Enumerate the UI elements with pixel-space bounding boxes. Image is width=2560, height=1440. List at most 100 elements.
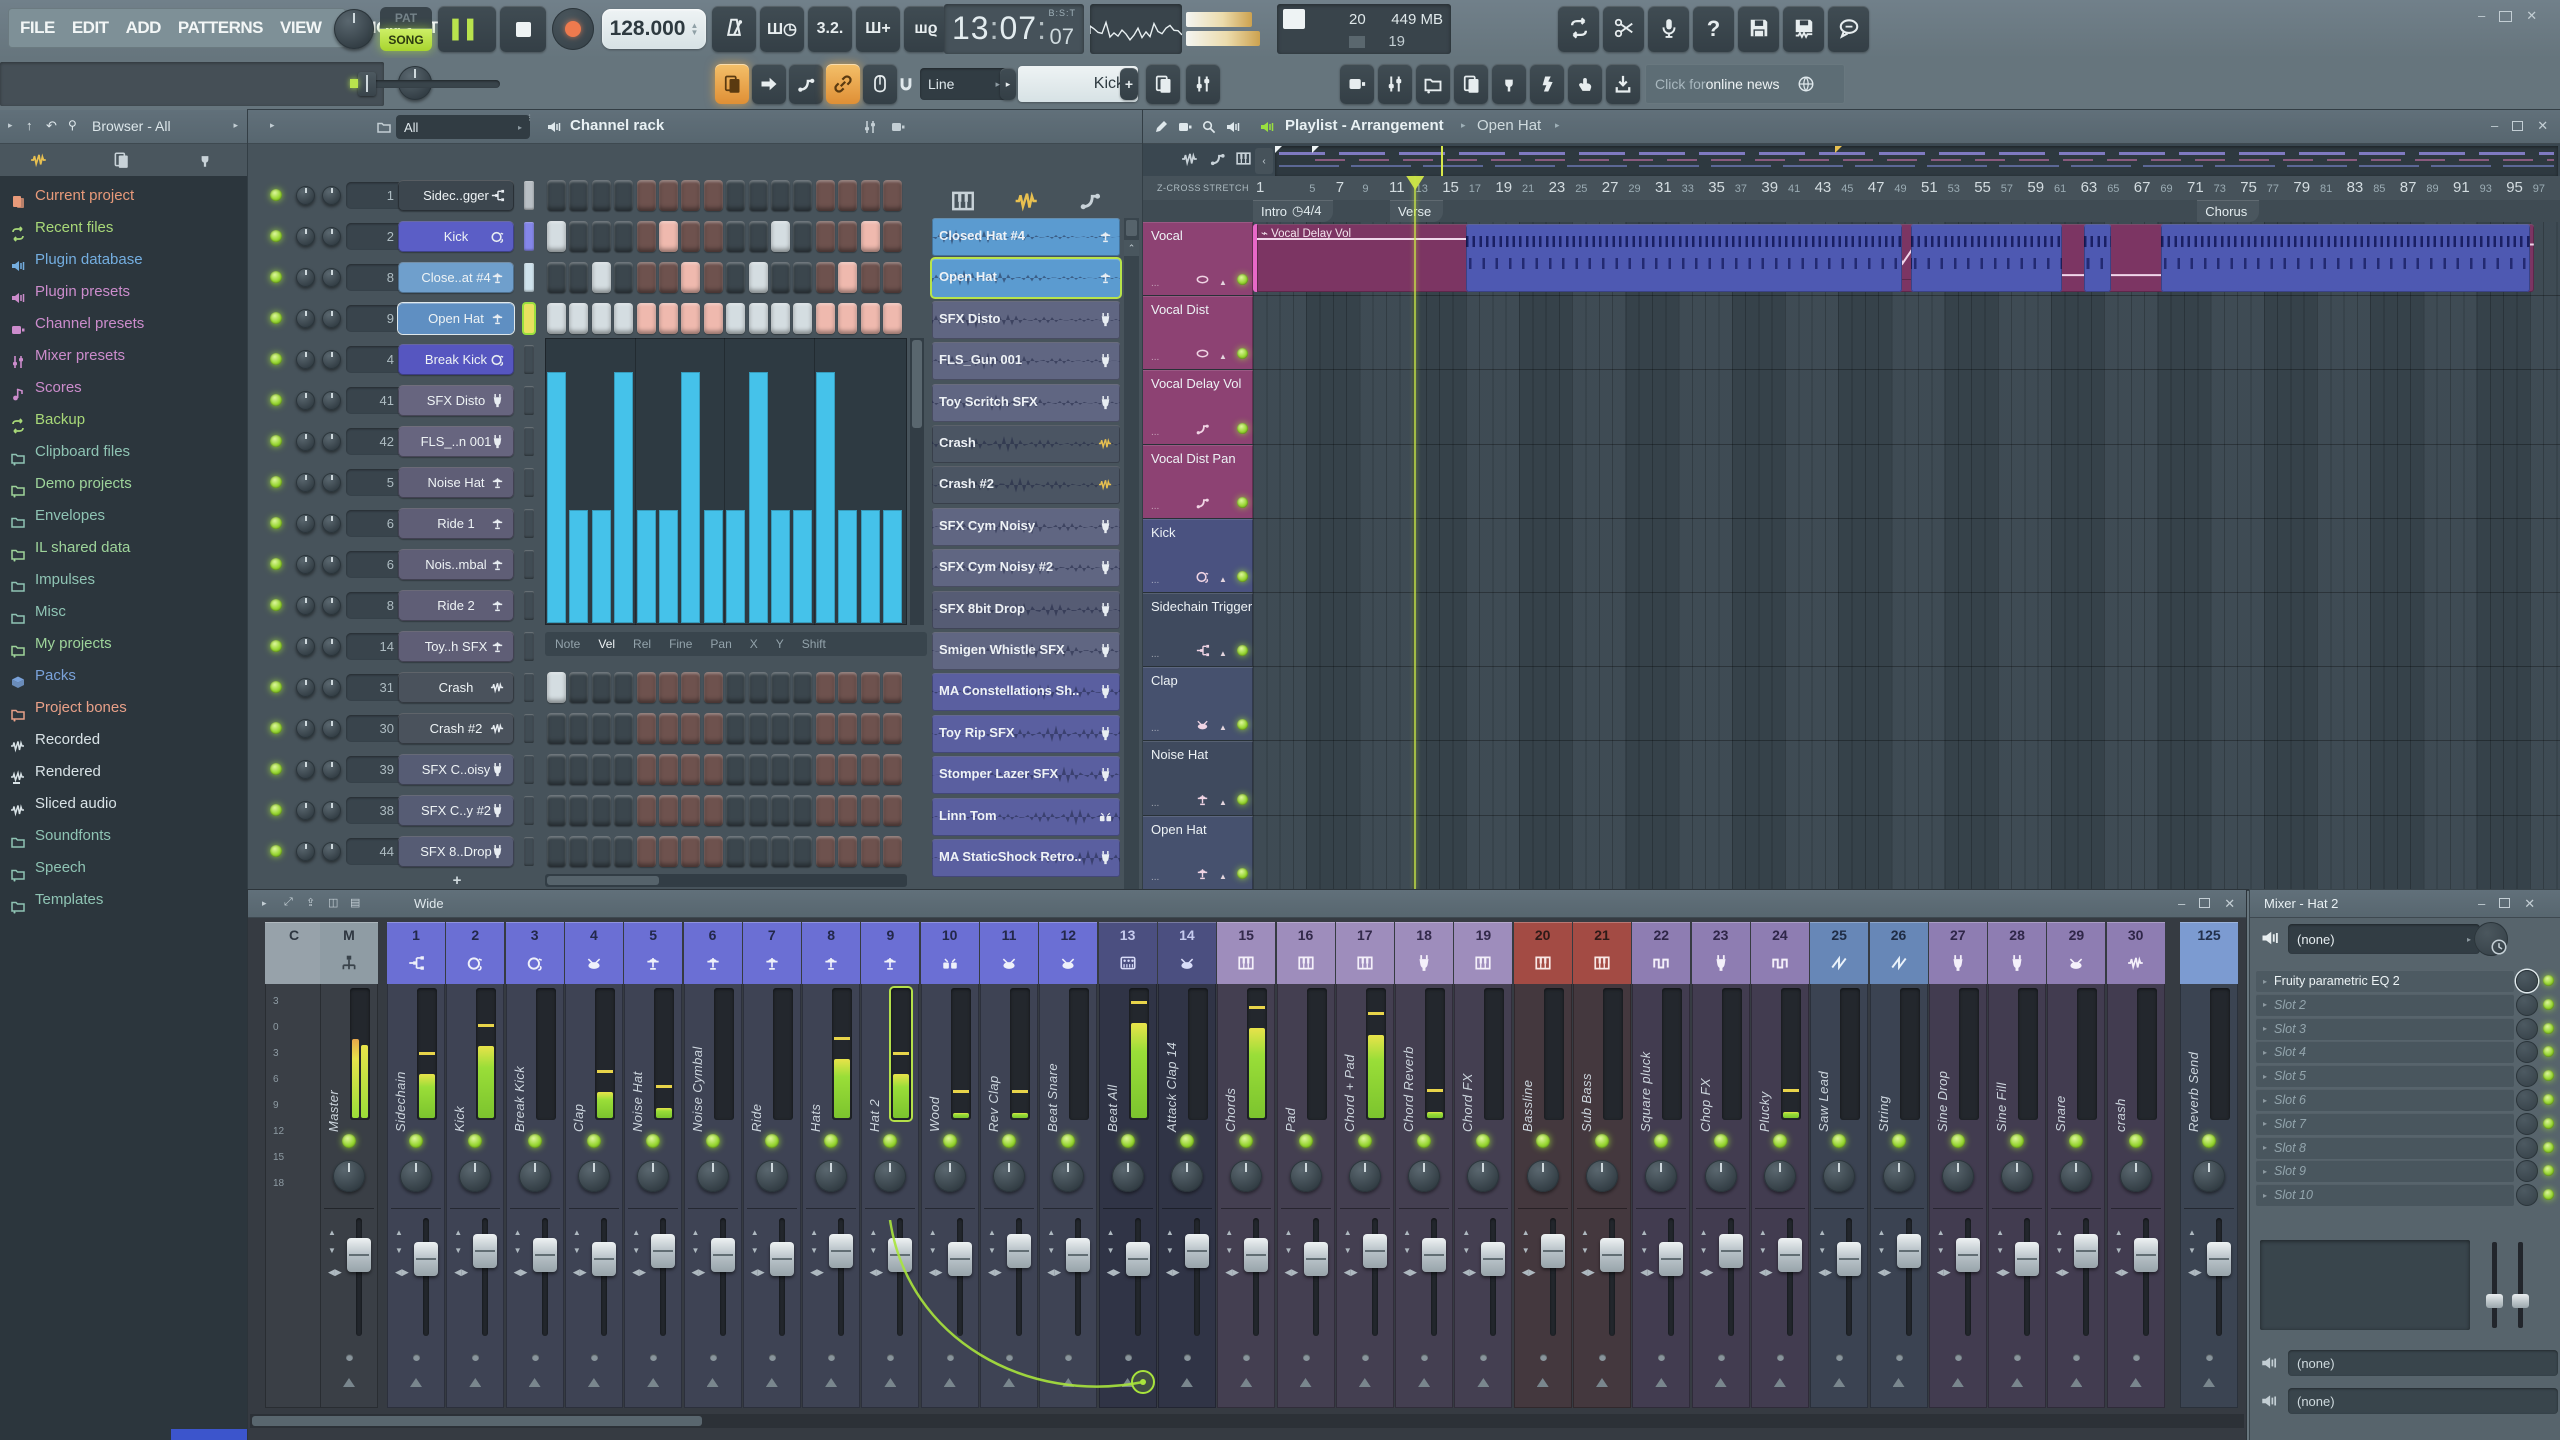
mixeric-icon[interactable] <box>862 119 878 135</box>
mixer-strip-chords[interactable]: 15Chords▲▼◀▶ <box>1217 922 1275 1408</box>
browser-item-speech[interactable]: Speech <box>10 852 240 882</box>
strip-fader-handle[interactable] <box>1244 1238 1268 1272</box>
strip-record-dot[interactable] <box>2206 1354 2213 1361</box>
strip-swap-arrows[interactable]: ▲▼ <box>1344 1222 1358 1246</box>
strip-pan-knob[interactable] <box>578 1160 610 1192</box>
strip-header[interactable]: 20 <box>1514 922 1572 984</box>
strip-swap-arrows[interactable]: ▲▼ <box>1462 1222 1476 1246</box>
song-mode-button[interactable]: SONG <box>380 29 432 51</box>
step-button[interactable] <box>681 303 700 334</box>
channel-number[interactable]: 39›‹ <box>346 756 404 783</box>
picker-item-toy-scritch-sfx[interactable]: Toy Scritch SFX <box>932 384 1120 422</box>
strip-pan-arrows[interactable]: ◀▶ <box>1878 1262 1896 1274</box>
slide-icon[interactable] <box>1209 150 1226 167</box>
track-arm-icon[interactable]: ▲ <box>1219 649 1227 658</box>
strip-swap-arrows[interactable]: ▲▼ <box>1700 1222 1714 1246</box>
picker-scroll-up[interactable]: ⌃ <box>1124 240 1139 256</box>
track-menu-dots[interactable]: ... <box>1151 798 1159 809</box>
channel-number[interactable]: 31›‹ <box>346 674 404 701</box>
step-button[interactable] <box>547 180 566 211</box>
channel-pan-knob[interactable] <box>296 309 315 328</box>
mixer-strip-clap[interactable]: 4Clap▲▼◀▶ <box>565 922 623 1408</box>
fx-slot-8[interactable]: ▸Slot 8 <box>2256 1137 2514 1159</box>
strip-swap-arrows[interactable]: ▲▼ <box>1759 1222 1773 1246</box>
step-button[interactable] <box>704 262 723 293</box>
mixer-strip-attack-clap-14[interactable]: 14Attack Clap 14▲▼◀▶ <box>1158 922 1216 1408</box>
step-button[interactable] <box>749 836 768 867</box>
strip-pan-knob[interactable] <box>1527 1160 1559 1192</box>
browser-item-plugin-presets[interactable]: Plugin presets <box>10 276 240 306</box>
step-button[interactable] <box>861 262 880 293</box>
playlist-minimize[interactable]: – <box>2491 118 2498 136</box>
main-volume-knob[interactable] <box>334 9 374 49</box>
step-button[interactable] <box>749 713 768 744</box>
channel-pan-knob[interactable] <box>296 186 315 205</box>
step-button[interactable] <box>861 221 880 252</box>
strip-header[interactable]: 22 <box>1632 922 1690 984</box>
strip-pan-knob[interactable] <box>333 1160 365 1192</box>
strip-send-arrow[interactable] <box>1300 1378 1312 1387</box>
undo-button[interactable] <box>1558 6 1599 52</box>
plug-icon[interactable] <box>196 151 214 169</box>
step-button[interactable] <box>659 713 678 744</box>
browser-undo-icon[interactable]: ↶ <box>46 118 57 134</box>
browser-item-scores[interactable]: Scores <box>10 372 240 402</box>
browser-item-impulses[interactable]: Impulses <box>10 564 240 594</box>
step-button[interactable] <box>659 303 678 334</box>
pat-mode-button[interactable]: PAT <box>380 7 432 28</box>
browser-item-plugin-database[interactable]: Plugin database <box>10 244 240 274</box>
strip-record-dot[interactable] <box>650 1354 657 1361</box>
strip-pan-arrows[interactable]: ◀▶ <box>328 1262 346 1274</box>
strip-header[interactable]: 3 <box>506 922 564 984</box>
strip-send-arrow[interactable] <box>1240 1378 1252 1387</box>
strip-record-dot[interactable] <box>1599 1354 1606 1361</box>
strip-header[interactable]: 16 <box>1277 922 1335 984</box>
strip-record-dot[interactable] <box>1243 1354 1250 1361</box>
strip-header[interactable]: 24 <box>1751 922 1809 984</box>
pencil-icon[interactable] <box>1153 119 1169 135</box>
velocity-graph[interactable] <box>545 338 907 625</box>
mixer-strip-sidechain[interactable]: 1Sidechain▲▼◀▶ <box>387 922 445 1408</box>
track-arm-icon[interactable]: ▲ <box>1219 352 1227 361</box>
marker-verse[interactable]: Verse <box>1390 200 1443 222</box>
picker-item-sfx-disto[interactable]: SFX Disto <box>932 301 1120 339</box>
strip-pan-arrows[interactable]: ◀▶ <box>2055 1262 2073 1274</box>
channel-button-fls-n-001[interactable]: FLS_..n 001 <box>398 426 514 457</box>
strip-record-dot[interactable] <box>1184 1354 1191 1361</box>
channel-mute-strip[interactable] <box>524 632 534 661</box>
picker-item-sfx-cym-noisy-2[interactable]: SFX Cym Noisy #2 <box>932 549 1120 587</box>
strip-pan-arrows[interactable]: ◀▶ <box>1403 1262 1421 1274</box>
strip-swap-arrows[interactable]: ▲▼ <box>454 1222 468 1246</box>
strip-swap-arrows[interactable]: ▲▼ <box>632 1222 646 1246</box>
strip-send-arrow[interactable] <box>1477 1378 1489 1387</box>
strip-fader-track[interactable] <box>601 1218 607 1336</box>
strip-send-arrow[interactable] <box>2011 1378 2023 1387</box>
browser-item-packs[interactable]: Packs <box>10 660 240 690</box>
strip-mute-led[interactable] <box>1595 1134 1609 1148</box>
channel-number[interactable]: 6›‹ <box>346 551 404 578</box>
browser-item-project-bones[interactable]: Project bones <box>10 692 240 722</box>
channel-mute-strip[interactable] <box>524 509 534 538</box>
strip-header[interactable]: 4 <box>565 922 623 984</box>
strip-pan-knob[interactable] <box>2060 1160 2092 1192</box>
mixer-strip-ride[interactable]: 7Ride▲▼◀▶ <box>743 922 801 1408</box>
strip-send-arrow[interactable] <box>1537 1378 1549 1387</box>
step-button[interactable] <box>614 262 633 293</box>
step-button[interactable] <box>861 180 880 211</box>
mixer-strip-sub-bass[interactable]: 21Sub Bass▲▼◀▶ <box>1573 922 1631 1408</box>
channel-led[interactable] <box>270 230 282 242</box>
time-display[interactable]: 13:07:07B:S:T <box>944 4 1084 54</box>
track-menu-dots[interactable]: ... <box>1151 575 1159 586</box>
step-button[interactable] <box>659 262 678 293</box>
step-button[interactable] <box>592 754 611 785</box>
fx-slot-led[interactable] <box>2543 1094 2554 1105</box>
track-menu-dots[interactable]: ... <box>1151 723 1159 734</box>
strip-send-arrow[interactable] <box>1655 1378 1667 1387</box>
strip-swap-arrows[interactable]: ▲▼ <box>1285 1222 1299 1246</box>
track-header-sidechain-trigger[interactable]: Sidechain Trigger...▲ <box>1143 593 1253 666</box>
step-button[interactable] <box>793 713 812 744</box>
strip-send-arrow[interactable] <box>1359 1378 1371 1387</box>
touch-lamp-button[interactable] <box>1530 64 1564 104</box>
strip-swap-arrows[interactable]: ▲▼ <box>1818 1222 1832 1246</box>
channel-number[interactable]: 6›‹ <box>346 510 404 537</box>
